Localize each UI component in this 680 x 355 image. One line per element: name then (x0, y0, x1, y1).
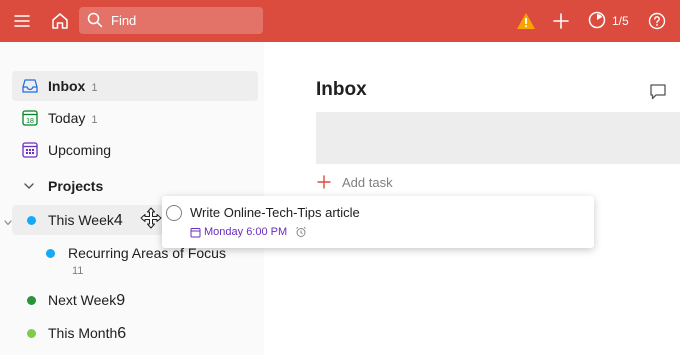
top-bar: Find 1/5 (0, 0, 680, 42)
projects-label: Projects (48, 178, 104, 194)
productivity-progress: 1/5 (612, 14, 629, 28)
search-placeholder: Find (111, 13, 137, 28)
chevron-down-icon[interactable] (23, 179, 35, 191)
sidebar-item-label: Inbox (48, 78, 86, 94)
calendar-icon (190, 227, 201, 238)
sidebar-item-today[interactable]: 18 Today 1 (12, 103, 258, 133)
project-this-month[interactable]: This Month 6 (12, 318, 264, 348)
productivity-icon (588, 11, 606, 32)
project-count: 11 (72, 265, 84, 277)
drop-placeholder (316, 112, 680, 164)
sidebar-item-inbox[interactable]: Inbox 1 (12, 71, 258, 101)
page-title: Inbox (316, 79, 367, 100)
comment-icon[interactable] (648, 82, 668, 102)
search-input[interactable]: Find (79, 7, 263, 34)
sidebar-item-count: 1 (91, 114, 98, 126)
add-task-button[interactable]: Add task (316, 172, 393, 192)
project-label: This Week (48, 212, 114, 228)
calendar-today-icon: 18 (21, 109, 39, 127)
inbox-icon (21, 77, 39, 95)
sidebar-item-label: Today (48, 110, 86, 126)
plus-icon (316, 174, 332, 190)
project-label: Next Week (48, 292, 117, 308)
projects-header[interactable]: Projects (12, 171, 258, 199)
sidebar-item-label: Upcoming (48, 142, 112, 158)
warning-icon[interactable] (514, 9, 538, 33)
project-count: 4 (113, 212, 123, 229)
project-count: 9 (116, 292, 126, 309)
project-next-week[interactable]: Next Week 9 (12, 285, 264, 315)
menu-icon[interactable] (10, 9, 34, 33)
project-label: This Month (48, 325, 118, 341)
project-color-dot (27, 296, 36, 305)
dragged-task-card[interactable]: Write Online-Tech-Tips article Monday 6:… (162, 196, 594, 248)
productivity-button[interactable]: 1/5 (588, 9, 629, 33)
help-icon[interactable] (645, 9, 669, 33)
svg-text:18: 18 (26, 118, 34, 125)
search-icon (86, 11, 104, 29)
task-due-label: Monday 6:00 PM (204, 226, 288, 238)
chevron-down-icon[interactable] (3, 215, 13, 226)
alarm-icon (295, 226, 307, 238)
project-color-dot (27, 216, 36, 225)
task-title: Write Online-Tech-Tips article (190, 205, 360, 220)
project-color-dot (27, 329, 36, 338)
task-due-date[interactable]: Monday 6:00 PM (190, 226, 307, 238)
sidebar-item-upcoming[interactable]: Upcoming (12, 135, 258, 165)
sidebar-item-count: 1 (91, 82, 98, 94)
home-icon[interactable] (48, 9, 72, 33)
add-task-label: Add task (342, 174, 393, 190)
plus-icon[interactable] (549, 9, 573, 33)
project-color-dot (46, 249, 55, 258)
project-count: 6 (117, 325, 127, 342)
task-complete-checkbox[interactable] (166, 205, 182, 221)
move-cursor-icon (140, 207, 162, 229)
calendar-upcoming-icon (21, 141, 39, 159)
